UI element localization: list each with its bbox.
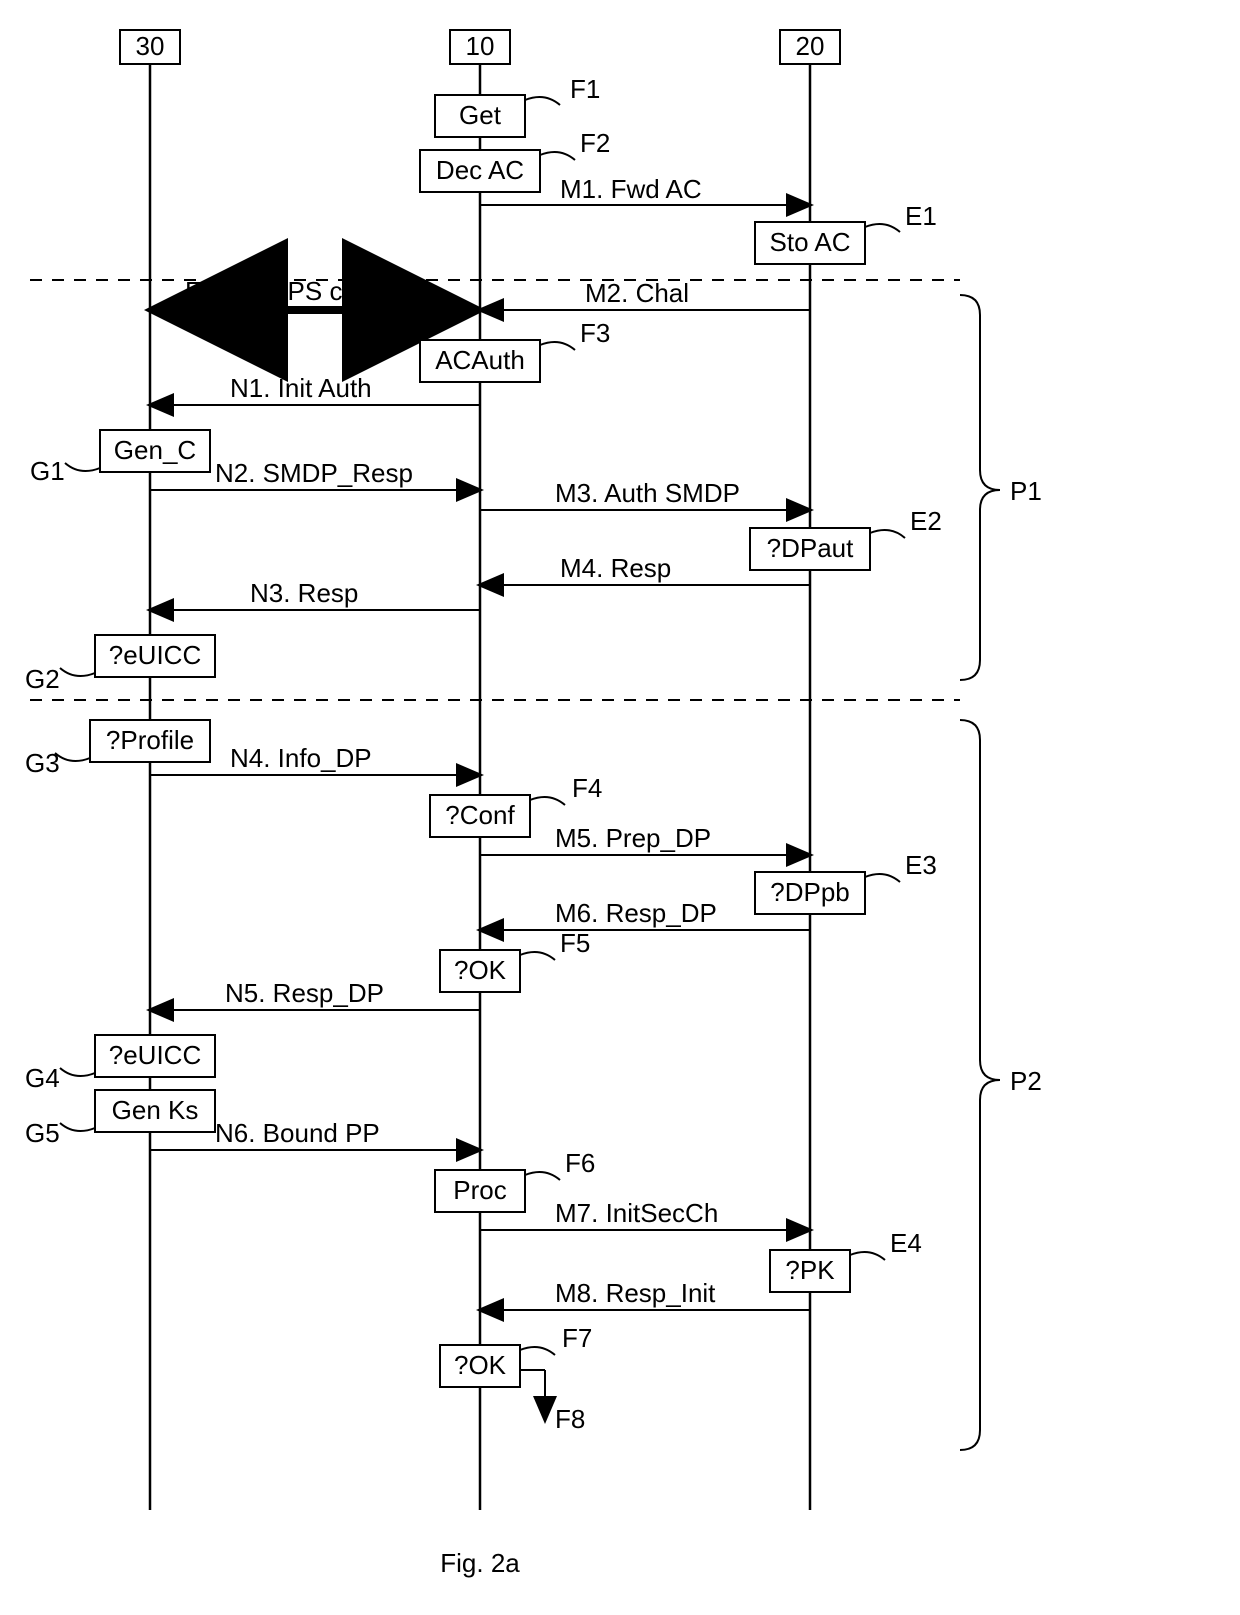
step-E1: Sto AC E1 xyxy=(755,201,937,264)
svg-text:F8: F8 xyxy=(555,1404,585,1434)
svg-text:P1: P1 xyxy=(1010,476,1042,506)
svg-text:30: 30 xyxy=(136,31,165,61)
msg-N3-label: N3. Resp xyxy=(250,578,358,608)
svg-text:F4: F4 xyxy=(572,773,602,803)
phase-P1: P1 xyxy=(960,295,1042,680)
svg-text:E2: E2 xyxy=(910,506,942,536)
msg-N6-label: N6. Bound PP xyxy=(215,1118,380,1148)
participant-10: 10 xyxy=(450,30,510,64)
msg-M5-label: M5. Prep_DP xyxy=(555,823,711,853)
svg-text:Gen_C: Gen_C xyxy=(114,435,196,465)
msg-M1-label: M1. Fwd AC xyxy=(560,174,702,204)
step-G5: Gen Ks G5 xyxy=(25,1090,215,1148)
step-E3: ?DPpb E3 xyxy=(755,850,937,914)
msg-N1-label: N1. Init Auth xyxy=(230,373,372,403)
figure-caption: Fig. 2a xyxy=(440,1548,520,1578)
svg-text:ACAuth: ACAuth xyxy=(435,345,525,375)
svg-text:E1: E1 xyxy=(905,201,937,231)
msg-M2-label: M2. Chal xyxy=(585,278,689,308)
svg-text:P2: P2 xyxy=(1010,1066,1042,1096)
continuation-F8: F8 xyxy=(520,1370,585,1434)
svg-text:Proc: Proc xyxy=(453,1175,506,1205)
svg-text:?eUICC: ?eUICC xyxy=(109,1040,201,1070)
step-G1: Gen_C G1 xyxy=(30,430,210,486)
step-F3: ACAuth F3 xyxy=(420,318,610,382)
svg-text:F1: F1 xyxy=(570,74,600,104)
step-F7: ?OK F7 xyxy=(440,1323,592,1387)
svg-text:F6: F6 xyxy=(565,1148,595,1178)
step-G4: ?eUICC G4 xyxy=(25,1035,215,1093)
svg-text:10: 10 xyxy=(466,31,495,61)
svg-text:?Profile: ?Profile xyxy=(106,725,194,755)
svg-text:?eUICC: ?eUICC xyxy=(109,640,201,670)
svg-text:G5: G5 xyxy=(25,1118,60,1148)
svg-text:Dec AC: Dec AC xyxy=(436,155,524,185)
msg-M4-label: M4. Resp xyxy=(560,553,671,583)
svg-text:?Conf: ?Conf xyxy=(445,800,515,830)
step-E2: ?DPaut E2 xyxy=(750,506,942,570)
msg-https-label: Est. HTTPS connect xyxy=(185,276,421,306)
sequence-diagram: 30 10 20 Get F1 Dec AC F2 M1. Fwd AC Sto… xyxy=(0,0,1240,1615)
svg-text:Get: Get xyxy=(459,100,502,130)
msg-M3-label: M3. Auth SMDP xyxy=(555,478,740,508)
msg-N5-label: N5. Resp_DP xyxy=(225,978,384,1008)
svg-text:E3: E3 xyxy=(905,850,937,880)
svg-text:G4: G4 xyxy=(25,1063,60,1093)
svg-text:?DPaut: ?DPaut xyxy=(767,533,854,563)
svg-text:F3: F3 xyxy=(580,318,610,348)
msg-M8-label: M8. Resp_Init xyxy=(555,1278,716,1308)
step-G2: ?eUICC G2 xyxy=(25,635,215,694)
svg-text:G3: G3 xyxy=(25,748,60,778)
svg-text:?OK: ?OK xyxy=(454,955,507,985)
msg-N4-label: N4. Info_DP xyxy=(230,743,372,773)
msg-M7-label: M7. InitSecCh xyxy=(555,1198,718,1228)
svg-text:F2: F2 xyxy=(580,128,610,158)
participant-30: 30 xyxy=(120,30,180,64)
participant-20: 20 xyxy=(780,30,840,64)
svg-text:Gen Ks: Gen Ks xyxy=(112,1095,199,1125)
svg-text:20: 20 xyxy=(796,31,825,61)
svg-text:?DPpb: ?DPpb xyxy=(770,877,850,907)
msg-M6-label: M6. Resp_DP xyxy=(555,898,717,928)
step-F5: ?OK F5 xyxy=(440,928,590,992)
phase-P2: P2 xyxy=(960,720,1042,1450)
svg-text:E4: E4 xyxy=(890,1228,922,1258)
step-E4: ?PK E4 xyxy=(770,1228,922,1292)
msg-N2-label: N2. SMDP_Resp xyxy=(215,458,413,488)
svg-text:Sto AC: Sto AC xyxy=(770,227,851,257)
svg-text:?OK: ?OK xyxy=(454,1350,507,1380)
svg-text:F7: F7 xyxy=(562,1323,592,1353)
step-G3: ?Profile G3 xyxy=(25,720,210,778)
svg-text:G1: G1 xyxy=(30,456,65,486)
svg-text:?PK: ?PK xyxy=(785,1255,835,1285)
svg-text:F5: F5 xyxy=(560,928,590,958)
step-F1: Get F1 xyxy=(435,74,600,137)
svg-text:G2: G2 xyxy=(25,664,60,694)
